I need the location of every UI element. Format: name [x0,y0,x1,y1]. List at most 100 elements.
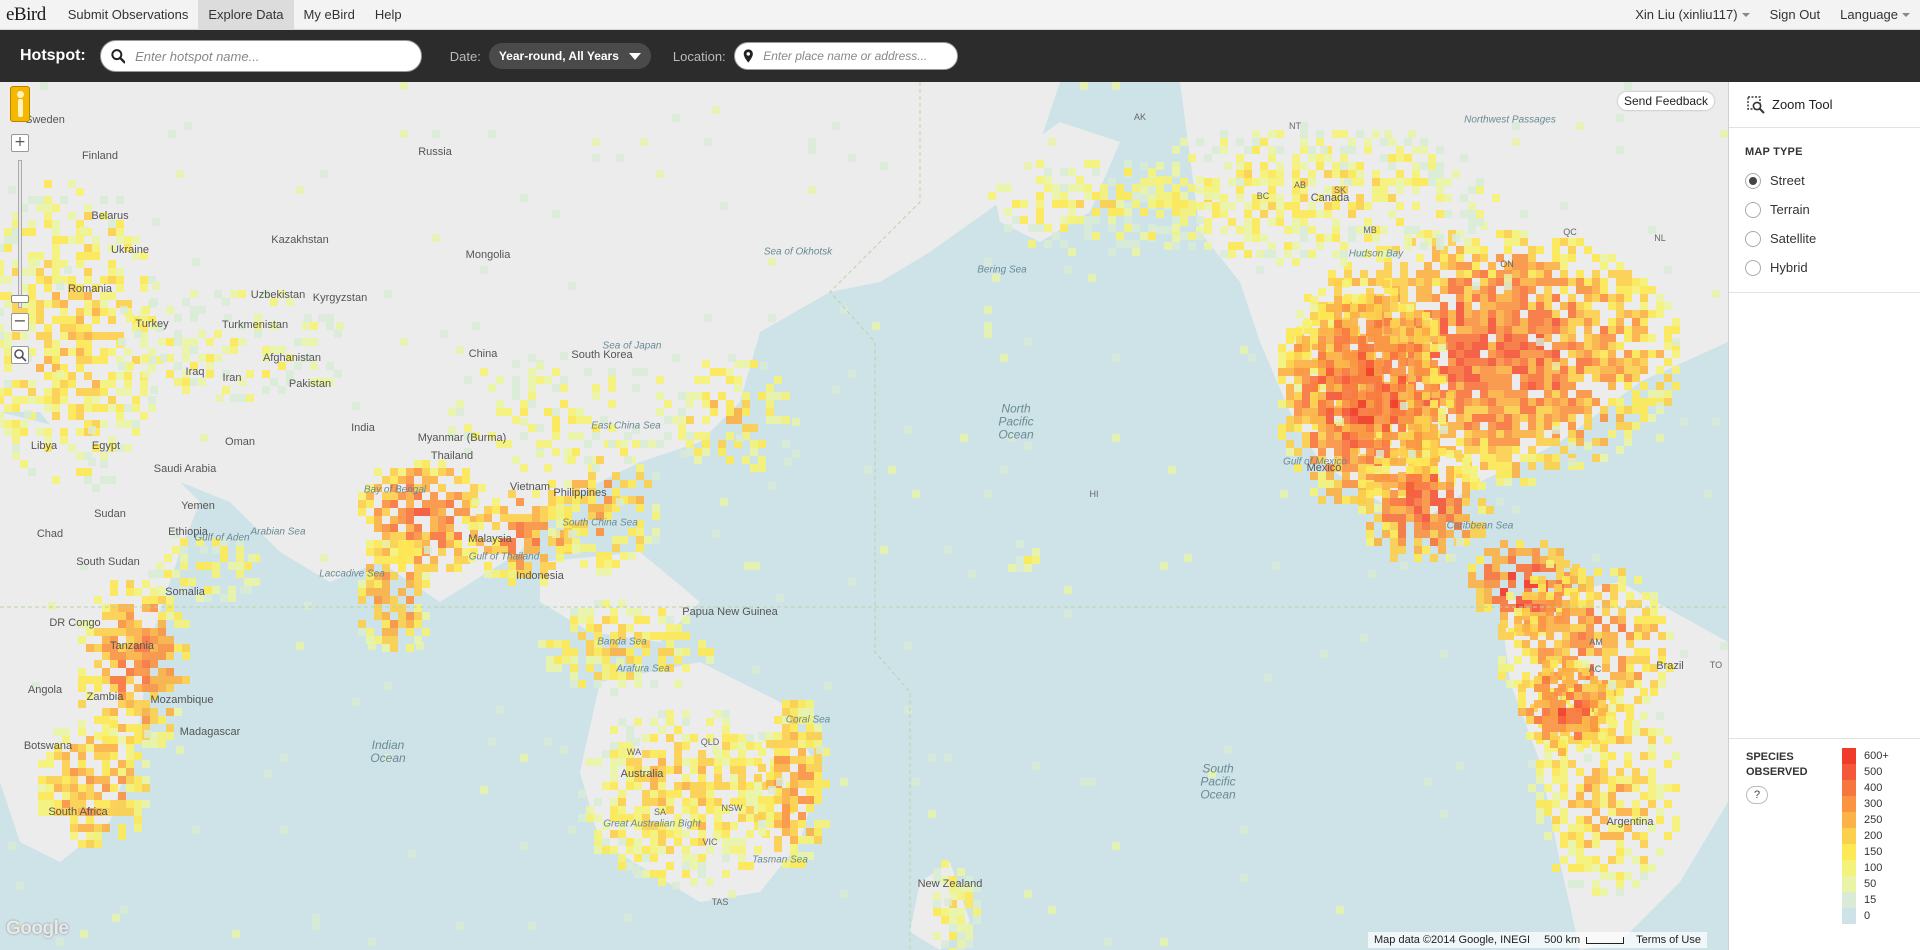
heatmap-cell [1648,864,1656,872]
heatmap-cell [456,400,464,408]
heatmap-cell [326,362,334,370]
language-menu[interactable]: Language [1830,0,1920,30]
heatmap-cell [1012,216,1020,224]
heatmap-cell [1500,540,1508,548]
heatmap-cell [1514,656,1522,664]
heatmap-cell [134,824,142,832]
heatmap-cell [262,386,270,394]
heatmap-cell [52,260,60,268]
heatmap-cell [382,628,390,636]
user-menu[interactable]: Xin Liu (xinliu117) [1625,0,1759,30]
heatmap-cell [1608,872,1616,880]
heatmap-cell [1084,184,1092,192]
heatmap-cell [722,758,730,766]
zoom-out-button[interactable]: − [11,313,29,331]
heatmap-cell [1374,384,1382,392]
map-label: Chad [36,528,64,540]
heatmap-cell [1592,270,1600,278]
radio-street[interactable] [1745,172,1761,189]
heatmap-cell [1496,498,1504,506]
heatmap-cell [1328,270,1336,278]
heatmap-cell [1496,398,1504,406]
zoom-slider-thumb[interactable] [11,295,29,303]
heatmap-cell [1590,676,1598,684]
heatmap-cell [1156,200,1164,208]
zoom-slider-track[interactable] [18,160,22,308]
street-view-pegman[interactable] [10,86,30,122]
zoom-in-button[interactable]: + [11,134,29,152]
heatmap-cell [390,516,398,524]
heatmap-cell [1632,278,1640,286]
google-logo[interactable]: Google [6,918,69,940]
heatmap-cell [1480,382,1488,390]
heatmap-cell [658,648,666,656]
heatmap-cell [1348,138,1356,146]
heatmap-cell [1212,210,1220,218]
heatmap-cell [406,596,414,604]
heatmap-cell [1326,400,1334,408]
map-type-terrain[interactable]: Terrain [1729,195,1920,224]
heatmap-cell [1382,296,1390,304]
heatmap-cell [650,798,658,806]
hotspot-input[interactable] [133,42,421,70]
heatmap-cell [36,268,44,276]
heatmap-cell [1044,176,1052,184]
zoom-box-button[interactable] [11,346,29,364]
heatmap-cell [1602,624,1610,632]
heatmap-cell [1196,138,1204,146]
heatmap-cell [642,830,650,838]
heatmap-cell [508,514,516,522]
heatmap-cell [1664,266,1672,274]
heatmap-cell [1476,178,1484,186]
ebird-logo[interactable]: eBird [0,4,58,26]
heatmap-cell [1542,708,1550,716]
nav-explore-data[interactable]: Explore Data [198,0,294,30]
terms-link[interactable]: Terms of Use [1636,934,1701,946]
heatmap-cell [414,524,422,532]
heatmap-cell [68,180,76,188]
heatmap-cell [430,476,438,484]
heatmap-cell [1512,446,1520,454]
nav-help[interactable]: Help [365,0,412,30]
location-input[interactable] [761,42,957,70]
radio-hybrid[interactable] [1745,259,1761,276]
heatmap-cell [70,768,78,776]
radio-satellite[interactable] [1745,230,1761,247]
heatmap-cell [1570,576,1578,584]
heatmap-cell [1608,318,1616,326]
heatmap-cell [1160,938,1168,946]
nav-my-ebird[interactable]: My eBird [294,0,365,30]
heatmap-cell [148,396,156,404]
heatmap-cell [1584,864,1592,872]
heatmap-cell [1398,384,1406,392]
heatmap-cell [44,284,52,292]
heatmap-cell [1656,792,1664,800]
heatmap-cell [1562,616,1570,624]
heatmap-cell [1044,240,1052,248]
heatmap-cell [1542,724,1550,732]
heatmap-cell [40,82,48,90]
map-type-hybrid[interactable]: Hybrid [1729,253,1920,282]
heatmap-cell [422,532,430,540]
legend-help-button[interactable]: ? [1746,786,1768,804]
send-feedback-button[interactable]: Send Feedback [1618,92,1715,110]
heatmap-cell [1358,400,1366,408]
date-select[interactable]: Year-round, All Years [488,43,651,69]
map-type-street[interactable]: Street [1729,166,1920,195]
radio-terrain[interactable] [1745,201,1761,218]
heatmap-cell [244,578,252,586]
heatmap-cell [1640,286,1648,294]
heatmap-cell [44,204,52,212]
sign-out-link[interactable]: Sign Out [1760,0,1831,30]
zoom-tool-button[interactable]: Zoom Tool [1729,82,1920,128]
heatmap-cell [674,758,682,766]
heatmap-cell [1584,442,1592,450]
heatmap-cell [782,804,790,812]
map-canvas[interactable]: Russia Finland Sweden Belarus Ukraine Romania… [0,82,1728,950]
nav-submit-observations[interactable]: Submit Observations [58,0,199,30]
heatmap-cell [116,388,124,396]
heatmap-cell [626,608,634,616]
map-type-satellite[interactable]: Satellite [1729,224,1920,253]
map-label: Pakistan [288,378,332,390]
heatmap-cell [1546,592,1554,600]
